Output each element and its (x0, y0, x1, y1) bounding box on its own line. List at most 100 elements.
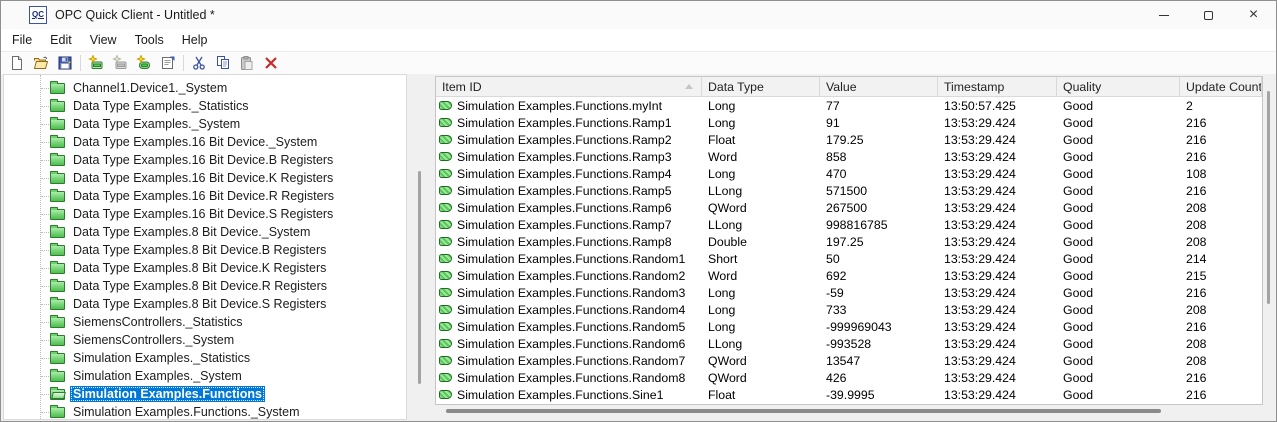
tree-item[interactable]: Data Type Examples._System (4, 115, 406, 133)
tree-item-label: Channel1.Device1._System (73, 81, 228, 95)
tree-item[interactable]: Channel1.Device1._System (4, 79, 406, 97)
tree-item[interactable]: Data Type Examples.8 Bit Device.R Regist… (4, 277, 406, 295)
menu-item-tools[interactable]: Tools (126, 29, 173, 51)
table-row[interactable]: Simulation Examples.Functions.Random5 Lo… (436, 318, 1262, 335)
folder-icon (50, 116, 65, 130)
tree-item[interactable]: SiemensControllers._System (4, 331, 406, 349)
maximize-button[interactable] (1186, 1, 1231, 29)
tree-connector (41, 231, 49, 233)
table-row[interactable]: Simulation Examples.Functions.Sine1 Floa… (436, 386, 1262, 403)
cell-value: 858 (826, 149, 847, 164)
folder-icon (50, 242, 65, 256)
cell-value: 426 (826, 370, 847, 385)
list-horizontal-scrollbar[interactable] (437, 408, 1263, 414)
cell-update-count: 216 (1186, 285, 1207, 300)
cell-data-type: Long (708, 285, 736, 300)
tree-item[interactable]: Data Type Examples.16 Bit Device._System (4, 133, 406, 151)
cell-data-type: Long (708, 115, 736, 130)
cell-quality: Good (1063, 251, 1094, 266)
table-row[interactable]: Simulation Examples.Functions.Ramp7 LLon… (436, 216, 1262, 233)
tree-item[interactable]: Simulation Examples._Statistics (4, 349, 406, 367)
column-header-quality[interactable]: Quality (1057, 77, 1180, 96)
tree-panel: Channel1.Device1._System Data Type Examp… (3, 74, 407, 420)
close-icon: × (1248, 6, 1259, 23)
tag-icon (439, 339, 452, 348)
column-header-update-count[interactable]: Update Count (1180, 77, 1262, 96)
table-row[interactable]: Simulation Examples.Functions.Random2 Wo… (436, 267, 1262, 284)
copy-button[interactable] (211, 53, 235, 73)
tree-item[interactable]: SiemensControllers._Statistics (4, 313, 406, 331)
folder-icon (50, 224, 65, 238)
new-group-icon (112, 55, 127, 69)
paste-button[interactable] (235, 53, 259, 73)
menu-item-edit[interactable]: Edit (41, 29, 81, 51)
column-header-timestamp[interactable]: Timestamp (938, 77, 1057, 96)
new-group-button[interactable] (108, 53, 132, 73)
table-row[interactable]: Simulation Examples.Functions.Ramp6 QWor… (436, 199, 1262, 216)
tree-item[interactable]: Data Type Examples.8 Bit Device.K Regist… (4, 259, 406, 277)
cell-value: -999969043 (826, 319, 892, 334)
table-row[interactable]: Simulation Examples.Functions.Ramp3 Word… (436, 148, 1262, 165)
new-server-connection-button[interactable] (84, 53, 108, 73)
table-row[interactable]: Simulation Examples.Functions.Random8 QW… (436, 369, 1262, 386)
cell-update-count: 214 (1186, 251, 1207, 266)
tree-item[interactable]: Data Type Examples.16 Bit Device.B Regis… (4, 151, 406, 169)
tree-item[interactable]: Data Type Examples._Statistics (4, 97, 406, 115)
delete-button[interactable] (259, 53, 283, 73)
tree-item[interactable]: Data Type Examples.16 Bit Device.R Regis… (4, 187, 406, 205)
open-file-button[interactable] (29, 53, 53, 73)
list-vertical-scrollbar[interactable] (1267, 91, 1270, 304)
menu-item-file[interactable]: File (3, 29, 41, 51)
properties-button[interactable] (156, 53, 180, 73)
app-window: QC OPC Quick Client - Untitled * × File … (0, 0, 1277, 422)
tag-icon (439, 169, 452, 178)
horizontal-scrollbar-thumb[interactable] (446, 409, 1161, 413)
tree-item-label: Data Type Examples.8 Bit Device._System (73, 225, 311, 239)
column-header-item-id[interactable]: Item ID (436, 77, 702, 96)
cell-quality: Good (1063, 217, 1094, 232)
table-row[interactable]: Simulation Examples.Functions.Ramp5 LLon… (436, 182, 1262, 199)
table-row[interactable]: Simulation Examples.Functions.Ramp4 Long… (436, 165, 1262, 182)
menu-item-help[interactable]: Help (173, 29, 217, 51)
app-icon: QC (29, 6, 47, 24)
cell-item-id: Simulation Examples.Functions.Random7 (457, 353, 686, 368)
menu-item-view[interactable]: View (81, 29, 126, 51)
cell-quality: Good (1063, 319, 1094, 334)
table-row[interactable]: Simulation Examples.Functions.Random1 Sh… (436, 250, 1262, 267)
tree-item[interactable]: Data Type Examples.8 Bit Device.B Regist… (4, 241, 406, 259)
minimize-button[interactable] (1141, 1, 1186, 29)
column-header-value[interactable]: Value (820, 77, 938, 96)
column-header-data-type[interactable]: Data Type (702, 77, 820, 96)
new-item-button[interactable] (132, 53, 156, 73)
tag-icon (439, 220, 452, 229)
table-row[interactable]: Simulation Examples.Functions.Random6 LL… (436, 335, 1262, 352)
tree-item[interactable]: Data Type Examples.8 Bit Device.S Regist… (4, 295, 406, 313)
cell-value: 179.25 (826, 132, 864, 147)
tree-item[interactable]: Simulation Examples._System (4, 367, 406, 385)
tree-item[interactable]: Data Type Examples.16 Bit Device.K Regis… (4, 169, 406, 187)
tree-item[interactable]: Data Type Examples.16 Bit Device.S Regis… (4, 205, 406, 223)
tree-item-label: Data Type Examples.16 Bit Device.S Regis… (73, 207, 334, 221)
tree-item[interactable]: Simulation Examples.Functions (4, 385, 406, 403)
cell-quality: Good (1063, 302, 1094, 317)
tree-item-label: Data Type Examples.16 Bit Device.R Regis… (73, 189, 334, 203)
close-button[interactable]: × (1231, 1, 1276, 29)
tree-item[interactable]: Data Type Examples.8 Bit Device._System (4, 223, 406, 241)
new-file-button[interactable] (5, 53, 29, 73)
cell-data-type: Long (708, 319, 736, 334)
table-row[interactable]: Simulation Examples.Functions.Ramp2 Floa… (436, 131, 1262, 148)
table-row[interactable]: Simulation Examples.Functions.Random3 Lo… (436, 284, 1262, 301)
table-row[interactable]: Simulation Examples.Functions.Ramp8 Doub… (436, 233, 1262, 250)
minimize-icon (1158, 14, 1169, 16)
tree-item[interactable]: Simulation Examples.Functions._System (4, 403, 406, 419)
cell-update-count: 216 (1186, 370, 1207, 385)
table-row[interactable]: Simulation Examples.Functions.Random4 Lo… (436, 301, 1262, 318)
table-row[interactable]: Simulation Examples.Functions.Ramp1 Long… (436, 114, 1262, 131)
table-row[interactable]: Simulation Examples.Functions.Random7 QW… (436, 352, 1262, 369)
tree-item-label: Data Type Examples.16 Bit Device._System (73, 135, 318, 149)
table-row[interactable]: Simulation Examples.Functions.myInt Long… (436, 97, 1262, 114)
new-file-icon (12, 56, 22, 70)
cut-button[interactable] (187, 53, 211, 73)
save-file-button[interactable] (53, 53, 77, 73)
tree-vertical-scrollbar[interactable] (418, 171, 421, 384)
